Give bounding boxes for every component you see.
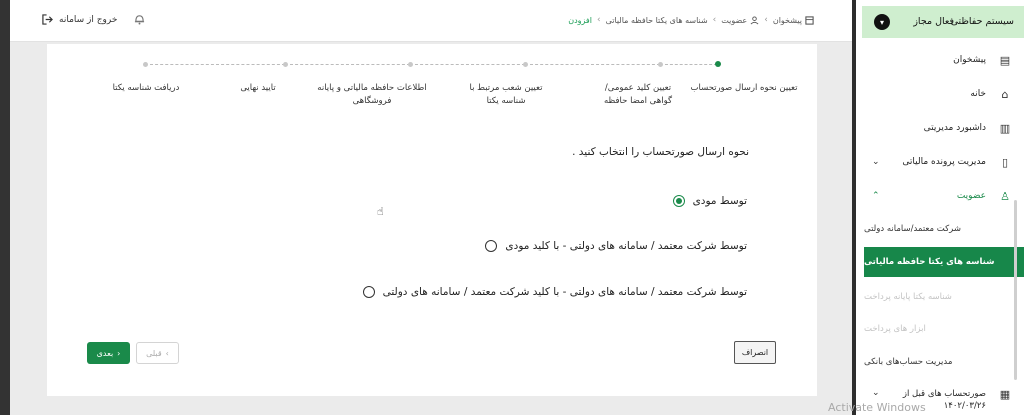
user-icon: ♙ (1000, 189, 1010, 203)
step-dot-6 (143, 62, 148, 67)
step-label-4: اطلاعات حافظه مالیاتی و پایانه فروشگاهی (317, 83, 427, 106)
breadcrumb-item-membership[interactable]: عضویت (721, 16, 759, 25)
option-by-taxpayer[interactable]: توسط مودی (672, 195, 747, 207)
radio-unchecked[interactable] (362, 286, 375, 298)
step-connector (665, 64, 717, 65)
chart-icon: ▥ (999, 121, 1011, 135)
receipt-icon: ▦ (999, 388, 1011, 401)
left-edge-strip (0, 0, 10, 415)
radio-checked[interactable] (672, 195, 685, 207)
chevron-left-icon: ‹ (165, 348, 169, 358)
step-dot-2 (658, 62, 663, 67)
prev-button[interactable]: قبلی ‹ (136, 342, 179, 364)
sidebar-item-membership[interactable]: ♙ عضویت ⌃ (862, 186, 1024, 206)
bell-icon[interactable] (134, 13, 145, 28)
main-card: تعیین نحوه ارسال صورتحساب تعیین کلید عمو… (47, 44, 817, 396)
sidebar-item-home[interactable]: ⌂ خانه (862, 84, 1024, 104)
chevron-left-icon: ‹ (712, 15, 717, 25)
sidebar-subitem-trusted-company[interactable]: شرکت معتمد/سامانه دولتی (864, 214, 1024, 244)
sidebar: سیستم حفاظتی فعال مجاز ▾ ▤ پیشخوان ⌂ خان… (856, 0, 1024, 415)
step-label-2: تعیین کلید عمومی/گواهی امضا حافظه (603, 83, 673, 106)
windows-activation-watermark: Activate Windows (828, 401, 926, 414)
cancel-button[interactable]: انصراف (734, 341, 776, 364)
sidebar-item-tax-file[interactable]: ▯ مدیریت پرونده مالیاتی ⌄ (862, 152, 1024, 172)
chevron-down-icon: ⌄ (872, 388, 880, 398)
chevron-down-icon[interactable]: ▾ (874, 14, 890, 30)
system-title: سیستم حفاظتی (950, 16, 1014, 27)
step-label-6: دریافت شناسه یکتا (112, 83, 180, 93)
breadcrumb-item-add: افزودن (568, 15, 592, 25)
step-label-1: تعیین نحوه ارسال صورتحساب (690, 83, 798, 93)
home-icon: ⌂ (1001, 87, 1009, 101)
sidebar-item-management-dashboard[interactable]: ▥ داشبورد مدیریتی (862, 118, 1024, 138)
logout-icon (42, 14, 53, 25)
system-status: فعال مجاز (913, 16, 954, 27)
step-label-5: تایید نهایی (240, 83, 276, 93)
step-connector (530, 64, 660, 65)
chevron-down-icon: ⌄ (872, 157, 880, 167)
top-header: خروج از سامانه پیشخوان ‹ عضویت ‹ شناسه ه… (10, 0, 852, 42)
chevron-up-icon: ⌃ (872, 191, 880, 201)
sidebar-subitem-payment-tools: ابزار های پرداخت (864, 324, 926, 334)
chevron-left-icon: ‹ (596, 15, 601, 25)
stepper: تعیین نحوه ارسال صورتحساب تعیین کلید عمو… (47, 60, 817, 120)
dashboard-icon: ▤ (999, 53, 1011, 67)
sidebar-scrollbar[interactable] (1014, 200, 1017, 380)
sidebar-item-dashboard[interactable]: ▤ پیشخوان (862, 50, 1024, 70)
question-text: نحوه ارسال صورتحساب را انتخاب کنید . (572, 146, 749, 158)
option-trusted-company-company-key[interactable]: توسط شرکت معتمد / سامانه های دولتی - با … (362, 286, 747, 298)
step-connector (150, 64, 285, 65)
sidebar-system-header[interactable]: سیستم حفاظتی فعال مجاز ▾ (862, 6, 1024, 38)
step-dot-1 (715, 61, 721, 67)
step-dot-5 (283, 62, 288, 67)
step-label-3: تعیین شعب مرتبط با شناسه یکتا (469, 83, 543, 106)
sidebar-subitem-payment-terminal: شناسه یکتا پایانه پرداخت (864, 292, 952, 302)
step-connector (290, 64, 410, 65)
dashboard-icon (805, 15, 814, 25)
step-connector (415, 64, 525, 65)
logout-button[interactable]: خروج از سامانه (42, 14, 117, 25)
hand-cursor-icon: ☝ (377, 205, 384, 218)
breadcrumb-item-memory-ids[interactable]: شناسه های یکتا حافظه مالیاتی (606, 16, 708, 25)
logout-label: خروج از سامانه (59, 14, 118, 25)
chevron-right-icon: › (117, 348, 121, 358)
step-dot-4 (408, 62, 413, 67)
option-trusted-company-taxpayer-key[interactable]: توسط شرکت معتمد / سامانه های دولتی - با … (485, 240, 747, 252)
chevron-left-icon: ‹ (764, 15, 768, 25)
step-dot-3 (523, 62, 528, 67)
file-icon: ▯ (1001, 155, 1009, 169)
user-icon (750, 15, 759, 24)
sidebar-subitem-bank-accounts[interactable]: مدیریت حساب‌های بانکی (864, 347, 1024, 377)
radio-unchecked[interactable] (485, 240, 498, 252)
sidebar-subitem-memory-ids[interactable]: شناسه های یکتا حافظه مالیاتی (864, 247, 1024, 277)
next-button[interactable]: بعدی › (87, 342, 130, 364)
breadcrumb: پیشخوان ‹ عضویت ‹ شناسه های یکتا حافظه م… (568, 15, 814, 25)
breadcrumb-item-dashboard[interactable]: پیشخوان (773, 16, 814, 25)
